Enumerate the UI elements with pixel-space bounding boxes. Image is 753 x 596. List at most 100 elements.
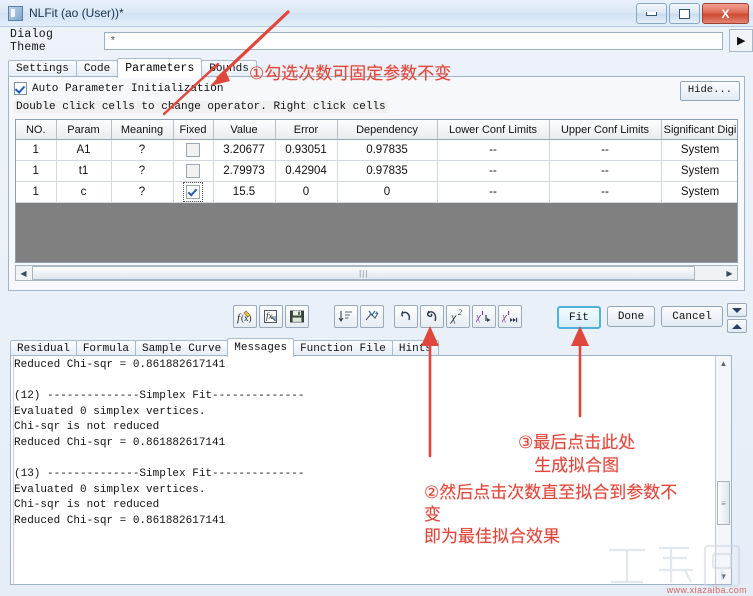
cell-upper[interactable]: -- (549, 139, 662, 161)
table-row[interactable]: 1 c ? 15.5 0 0 -- -- System (16, 181, 737, 203)
fixed-checkbox[interactable] (186, 143, 200, 157)
col-dependency[interactable]: Dependency (337, 120, 438, 140)
fit-until-converged-icon[interactable]: χ (498, 305, 522, 328)
messages-vertical-scrollbar[interactable]: ▲ ≡ ▼ (715, 356, 731, 584)
cell-meaning[interactable]: ? (111, 181, 174, 203)
cell-lower[interactable]: -- (437, 139, 550, 161)
dialog-theme-input[interactable]: * (103, 31, 724, 50)
svg-text:χ: χ (450, 310, 457, 324)
minimize-button[interactable] (636, 3, 667, 24)
grid-hint-text: Double click cells to change operator. R… (14, 101, 388, 113)
tab-function-file[interactable]: Function File (293, 340, 393, 356)
cell-dependency[interactable]: 0.97835 (337, 160, 438, 182)
tab-hints[interactable]: Hints (391, 340, 439, 356)
col-value[interactable]: Value (213, 120, 276, 140)
fixed-checkbox[interactable] (186, 164, 200, 178)
cell-dependency[interactable]: 0.97835 (337, 139, 438, 161)
grid-horizontal-scrollbar[interactable]: ◀ ||| ▶ (15, 265, 738, 281)
expand-fit-icon[interactable] (360, 305, 384, 328)
col-lower-conf-limits[interactable]: Lower Conf Limits (437, 120, 550, 140)
cell-upper[interactable]: -- (549, 181, 662, 203)
col-param[interactable]: Param (56, 120, 112, 140)
auto-parameter-initialization-row[interactable]: Auto Parameter Initialization (14, 82, 223, 95)
scroll-left-icon[interactable]: ◀ (16, 266, 31, 280)
tab-settings[interactable]: Settings (8, 60, 77, 77)
col-significant-digits[interactable]: Significant Digi (661, 120, 737, 140)
hide-button[interactable]: Hide... (679, 81, 740, 101)
tab-sample-curve[interactable]: Sample Curve (135, 340, 229, 356)
cell-lower[interactable]: -- (437, 160, 550, 182)
auto-init-checkbox[interactable] (14, 82, 27, 95)
cell-param[interactable]: c (56, 181, 112, 203)
tab-code[interactable]: Code (75, 60, 119, 77)
cell-meaning[interactable]: ? (111, 139, 174, 161)
cell-no[interactable]: 1 (16, 160, 57, 182)
svg-text:χ: χ (502, 311, 508, 323)
new-function-icon[interactable]: f (x) (233, 305, 257, 328)
cell-param[interactable]: t1 (56, 160, 112, 182)
cancel-button[interactable]: Cancel (661, 306, 723, 327)
cell-significant[interactable]: System (661, 139, 737, 161)
undo-icon[interactable] (394, 305, 418, 328)
cell-significant[interactable]: System (661, 160, 737, 182)
parameters-table: NO. Param Meaning Fixed Value Error Depe… (16, 120, 737, 203)
scroll-thumb[interactable]: ≡ (717, 481, 730, 525)
maximize-button[interactable] (669, 3, 700, 24)
arrange-tool-group (334, 305, 384, 328)
cell-upper[interactable]: -- (549, 160, 662, 182)
col-error[interactable]: Error (275, 120, 338, 140)
scroll-down-icon[interactable]: ▼ (716, 569, 731, 584)
cell-lower[interactable]: -- (437, 181, 550, 203)
one-iteration-icon[interactable]: χ (472, 305, 496, 328)
dialog-theme-arrow-icon[interactable]: ▶ (729, 29, 753, 52)
messages-panel[interactable]: Reduced Chi-sqr = 0.861882617141 (12) --… (10, 355, 732, 585)
cell-meaning[interactable]: ? (111, 160, 174, 182)
dialog-theme-row: Dialog Theme * ▶ (0, 27, 753, 54)
cell-param[interactable]: A1 (56, 139, 112, 161)
tab-bounds[interactable]: Bounds (201, 60, 257, 77)
col-meaning[interactable]: Meaning (111, 120, 174, 140)
cell-error[interactable]: 0.42904 (275, 160, 338, 182)
cell-error[interactable]: 0 (275, 181, 338, 203)
chi-square-icon[interactable]: χ 2 (446, 305, 470, 328)
close-button[interactable]: X (702, 3, 749, 24)
scroll-right-icon[interactable]: ▶ (722, 266, 737, 280)
sort-descending-icon[interactable] (334, 305, 358, 328)
action-button-group: Fit Done Cancel (557, 306, 723, 329)
scroll-thumb[interactable]: ||| (32, 266, 696, 280)
tab-formula[interactable]: Formula (75, 340, 137, 356)
tab-messages[interactable]: Messages (227, 338, 295, 357)
fit-button[interactable]: Fit (557, 306, 601, 329)
done-button[interactable]: Done (606, 306, 656, 327)
tab-parameters[interactable]: Parameters (117, 58, 203, 78)
col-fixed[interactable]: Fixed (173, 120, 214, 140)
cell-significant[interactable]: System (661, 181, 737, 203)
reset-icon[interactable] (420, 305, 444, 328)
cell-value[interactable]: 3.20677 (213, 139, 276, 161)
cell-value[interactable]: 2.79973 (213, 160, 276, 182)
table-row[interactable]: 1 A1 ? 3.20677 0.93051 0.97835 -- -- Sys… (16, 139, 737, 161)
open-function-file-icon[interactable]: fx (259, 305, 283, 328)
cell-dependency[interactable]: 0 (337, 181, 438, 203)
cell-fixed[interactable] (173, 139, 214, 161)
parameters-panel: Auto Parameter Initialization Hide... Do… (8, 76, 745, 291)
cell-no[interactable]: 1 (16, 139, 57, 161)
cell-fixed[interactable] (173, 181, 214, 203)
parameters-grid[interactable]: NO. Param Meaning Fixed Value Error Depe… (15, 119, 738, 263)
save-icon[interactable] (285, 305, 309, 328)
col-upper-conf-limits[interactable]: Upper Conf Limits (549, 120, 662, 140)
scroll-track[interactable]: ||| (31, 266, 722, 280)
cell-no[interactable]: 1 (16, 181, 57, 203)
table-row[interactable]: 1 t1 ? 2.79973 0.42904 0.97835 -- -- Sys… (16, 160, 737, 182)
expand-up-icon[interactable] (727, 319, 747, 333)
tab-residual[interactable]: Residual (10, 340, 77, 356)
fit-toolbar: f (x) fx χ 2 χ χ Fit Done Cancel (0, 303, 753, 333)
col-no[interactable]: NO. (16, 120, 57, 140)
scroll-up-icon[interactable]: ▲ (716, 356, 731, 371)
collapse-down-icon[interactable] (727, 303, 747, 317)
cell-error[interactable]: 0.93051 (275, 139, 338, 161)
fixed-checkbox-checked[interactable] (183, 182, 203, 202)
dialog-theme-label: Dialog Theme (10, 27, 54, 54)
cell-value[interactable]: 15.5 (213, 181, 276, 203)
cell-fixed[interactable] (173, 160, 214, 182)
